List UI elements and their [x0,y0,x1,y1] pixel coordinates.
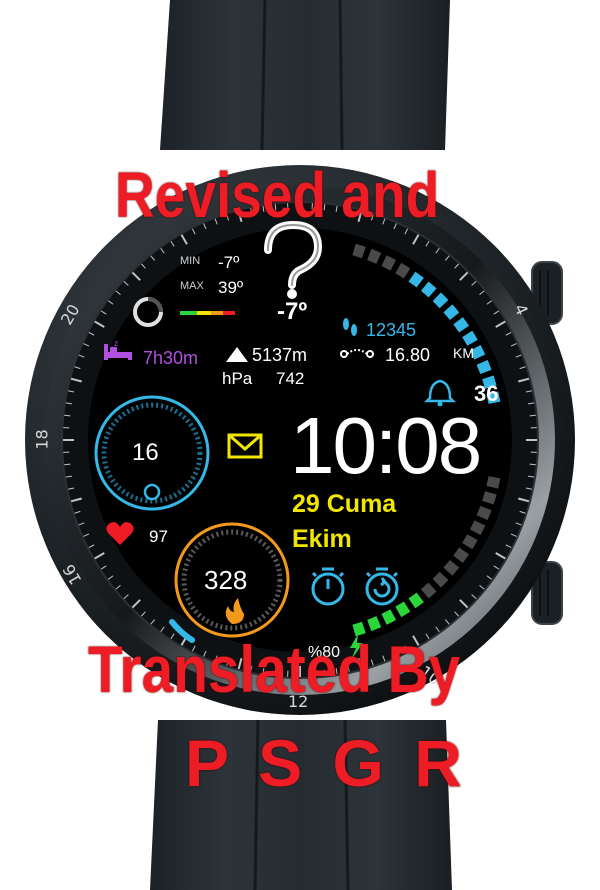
sleep-value: 7h30m [143,348,199,368]
arc-segment [367,616,382,632]
arc-segment [462,534,478,550]
arc-segment [482,491,497,505]
distance-unit: KM [453,345,474,361]
min-temp-value: -7º [218,253,240,272]
arc-segment [367,248,382,264]
date-month: Ekim [292,525,352,553]
arc-segment [432,292,449,309]
date-day: 29 Cuma [292,490,397,518]
arc-segment [352,243,366,259]
arc-segment [395,601,411,618]
max-temp-label: MAX [180,280,204,292]
arc-segment [408,271,424,288]
heart-rate-value: 97 [149,527,168,546]
arc-segment [352,621,366,637]
steps-value: 12345 [366,320,417,340]
arc-segment [469,345,486,360]
watermark-line-3: P S G R [185,726,468,800]
arc-segment [443,304,460,320]
max-temp-value: 39º [218,278,244,297]
arc-segment [408,592,424,609]
arc-segment [469,520,486,535]
watch-face-screen: z 20 18 16 12 10 4 MIN -7º MAX 39º -7º 1… [0,0,600,890]
current-temperature: -7º [277,298,308,325]
temperature-bar [180,311,235,315]
calories-value: 328 [204,565,248,595]
watermark-line-1: Revised and [115,159,440,231]
arc-segment [476,506,492,521]
arc-segment [453,317,470,333]
top-strap [160,0,450,151]
arc-segment [395,262,411,279]
min-temp-label: MIN [180,255,201,267]
arc-segment [420,582,437,599]
arc-segment [453,547,470,563]
arc-segment [486,476,501,489]
arc-segment [476,359,492,374]
arc-segment [381,609,397,625]
arc-segment [443,560,460,576]
watermark-line-2: Translated By [88,632,461,706]
distance-value: 16.80 [385,345,431,365]
bezel-number-18: 18 [32,429,52,450]
arc-segment [462,330,478,346]
arc-segment [420,281,437,298]
arc-segment [432,571,449,588]
altitude-value: 5137m [252,345,308,365]
pressure-value: 742 [276,369,305,388]
digital-time: 10:08 [290,401,482,490]
arc-segment [381,255,397,271]
pressure-label: hPa [222,369,253,388]
svg-text:z: z [114,339,118,348]
battery-ring-value: 16 [132,439,159,466]
